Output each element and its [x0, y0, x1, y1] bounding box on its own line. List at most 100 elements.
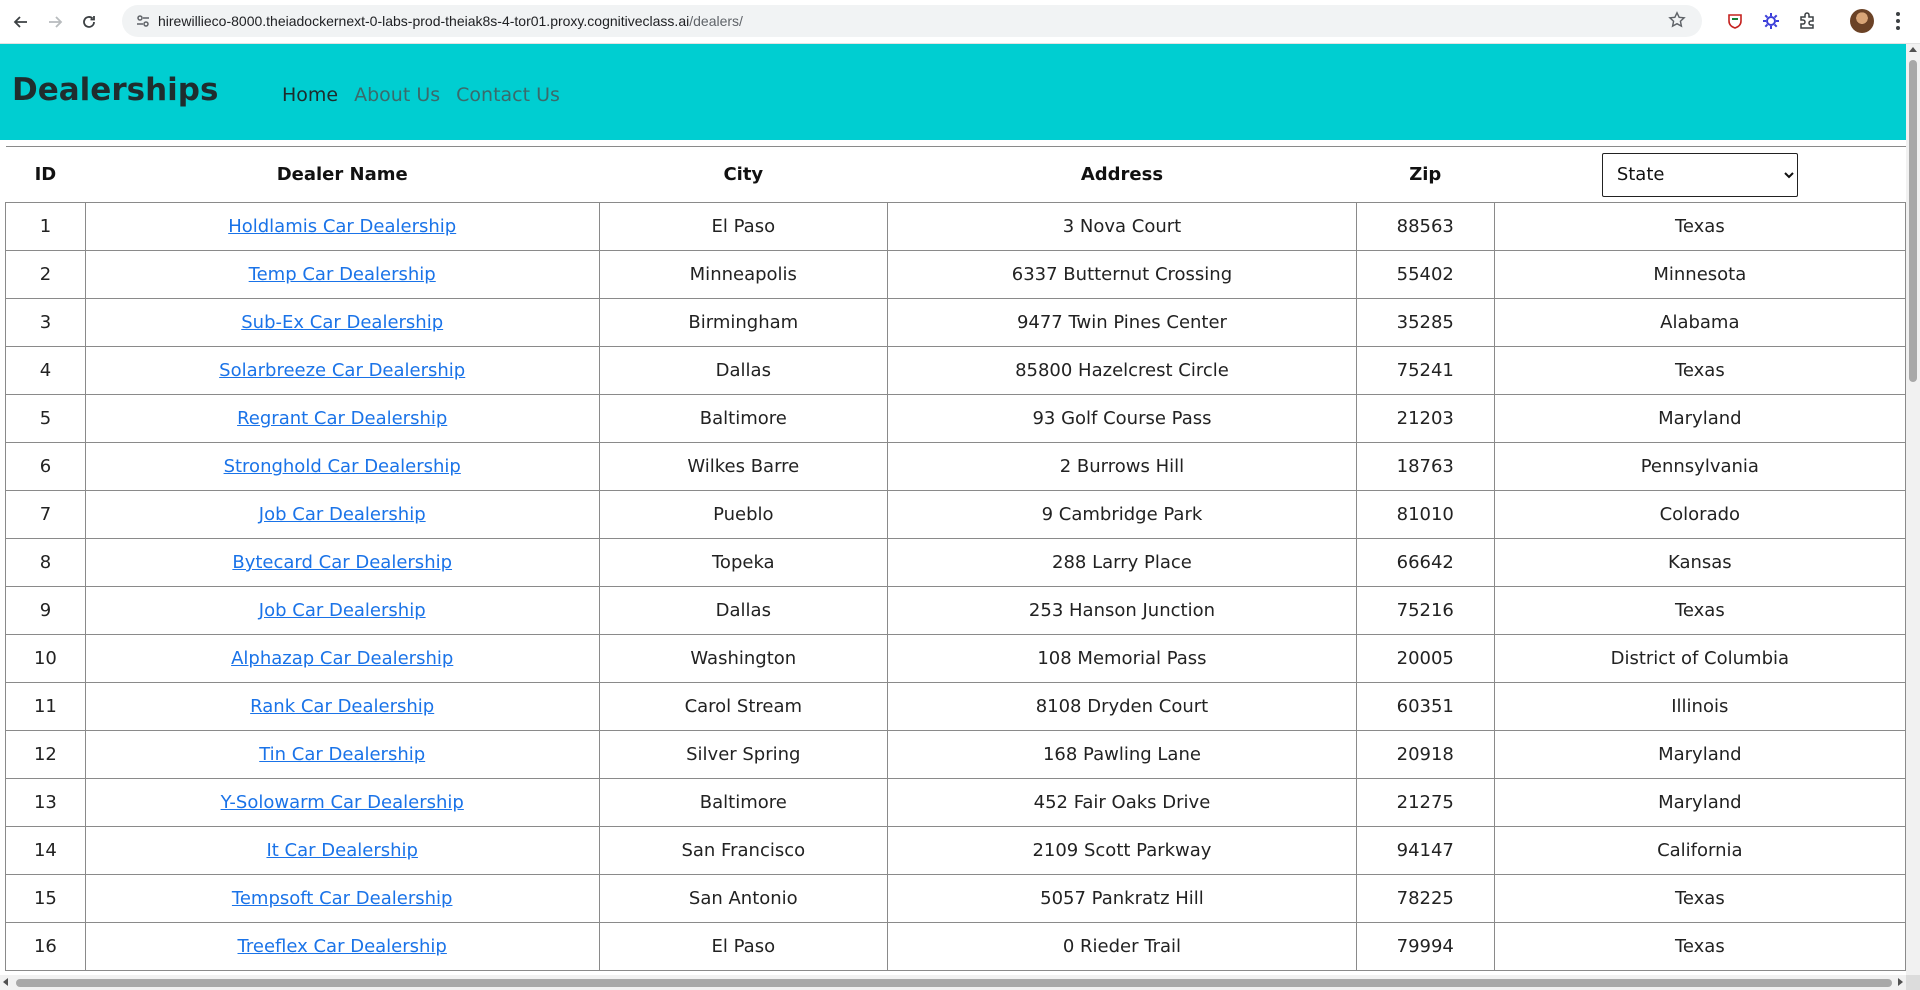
dealer-link[interactable]: Holdlamis Car Dealership	[228, 216, 456, 237]
cell-city: Minneapolis	[598, 250, 889, 299]
nav-links: Home About Us Contact Us	[282, 84, 576, 106]
vertical-scroll-thumb[interactable]	[1909, 60, 1917, 382]
cell-id: 8	[5, 538, 86, 587]
cell-id: 7	[5, 490, 86, 539]
dealer-link[interactable]: Tempsoft Car Dealership	[232, 888, 453, 909]
cell-address: 168 Pawling Lane	[887, 730, 1357, 779]
cell-address: 9477 Twin Pines Center	[887, 298, 1357, 347]
cell-state: Kansas	[1493, 538, 1906, 587]
browser-menu-icon[interactable]	[1890, 10, 1906, 32]
dealers-table: ID Dealer Name City Address Zip State 1 H…	[5, 146, 1906, 971]
dealer-link[interactable]: Stronghold Car Dealership	[224, 456, 461, 477]
cell-id: 13	[5, 778, 86, 827]
horizontal-scrollbar[interactable]	[0, 975, 1906, 990]
dealer-link[interactable]: Temp Car Dealership	[249, 264, 436, 285]
cell-address: 288 Larry Place	[887, 538, 1357, 587]
table-row: 10 Alphazap Car Dealership Washington 108 M…	[5, 634, 1906, 683]
cell-dealer-name: Rank Car Dealership	[84, 682, 600, 731]
cell-id: 5	[5, 394, 86, 443]
cell-zip: 20918	[1355, 730, 1495, 779]
dealer-link[interactable]: Alphazap Car Dealership	[231, 648, 453, 669]
cell-city: Topeka	[598, 538, 889, 587]
cell-city: San Antonio	[598, 874, 889, 923]
cell-city: Wilkes Barre	[598, 442, 889, 491]
cell-city: San Francisco	[598, 826, 889, 875]
cell-city: Dallas	[598, 586, 889, 635]
cell-dealer-name: Sub-Ex Car Dealership	[84, 298, 600, 347]
extension-shield-icon[interactable]	[1724, 10, 1746, 32]
dealer-link[interactable]: Tin Car Dealership	[259, 744, 425, 765]
site-navbar: Dealerships Home About Us Contact Us	[0, 44, 1906, 140]
browser-toolbar: hirewillieco-8000.theiadockernext-0-labs…	[0, 0, 1920, 44]
table-row: 13 Y-Solowarm Car Dealership Baltimore 452 …	[5, 778, 1906, 827]
cell-zip: 20005	[1355, 634, 1495, 683]
cell-city: El Paso	[598, 202, 889, 251]
cell-state: Texas	[1493, 346, 1906, 395]
header-city: City	[599, 146, 888, 203]
table-row: 11 Rank Car Dealership Carol Stream 8108 Dr…	[5, 682, 1906, 731]
cell-address: 93 Golf Course Pass	[887, 394, 1357, 443]
cell-dealer-name: Job Car Dealership	[84, 490, 600, 539]
cell-dealer-name: Temp Car Dealership	[84, 250, 600, 299]
table-row: 1 Holdlamis Car Dealership El Paso 3 Nova C…	[5, 202, 1906, 251]
url-host: hirewillieco-8000.theiadockernext-0-labs…	[158, 13, 690, 29]
cell-id: 12	[5, 730, 86, 779]
dealer-link[interactable]: Job Car Dealership	[259, 504, 426, 525]
horizontal-scroll-thumb[interactable]	[16, 979, 1892, 987]
dealer-link[interactable]: Regrant Car Dealership	[237, 408, 447, 429]
cell-dealer-name: Stronghold Car Dealership	[84, 442, 600, 491]
cell-address: 452 Fair Oaks Drive	[887, 778, 1357, 827]
cell-zip: 79994	[1355, 922, 1495, 971]
dealer-link[interactable]: Solarbreeze Car Dealership	[219, 360, 465, 381]
header-id: ID	[5, 146, 86, 203]
state-filter-select[interactable]: State	[1601, 152, 1798, 197]
back-icon[interactable]	[8, 9, 34, 35]
site-settings-icon[interactable]	[128, 5, 158, 37]
cell-dealer-name: Tin Car Dealership	[84, 730, 600, 779]
cell-city: Washington	[598, 634, 889, 683]
dealer-link[interactable]: It Car Dealership	[266, 840, 417, 861]
page-viewport: Dealerships Home About Us Contact Us ID …	[0, 44, 1906, 975]
dealer-link[interactable]: Sub-Ex Car Dealership	[241, 312, 443, 333]
cell-address: 85800 Hazelcrest Circle	[887, 346, 1357, 395]
cell-address: 108 Memorial Pass	[887, 634, 1357, 683]
header-zip: Zip	[1356, 146, 1495, 203]
brand-title[interactable]: Dealerships	[12, 72, 218, 108]
table-body: 1 Holdlamis Car Dealership El Paso 3 Nova C…	[5, 202, 1906, 971]
cell-zip: 81010	[1355, 490, 1495, 539]
extension-gear-icon[interactable]	[1760, 10, 1782, 32]
cell-zip: 21275	[1355, 778, 1495, 827]
dealer-link[interactable]: Y-Solowarm Car Dealership	[221, 792, 464, 813]
table-row: 14 It Car Dealership San Francisco 2109 Sco…	[5, 826, 1906, 875]
scrollbar-corner	[1906, 975, 1920, 990]
reload-icon[interactable]	[76, 9, 102, 35]
cell-zip: 75241	[1355, 346, 1495, 395]
cell-state: Illinois	[1493, 682, 1906, 731]
dealer-link[interactable]: Job Car Dealership	[259, 600, 426, 621]
cell-zip: 18763	[1355, 442, 1495, 491]
cell-state: Pennsylvania	[1493, 442, 1906, 491]
dealer-link[interactable]: Bytecard Car Dealership	[232, 552, 452, 573]
cell-id: 9	[5, 586, 86, 635]
cell-dealer-name: Bytecard Car Dealership	[84, 538, 600, 587]
nav-link-contact[interactable]: Contact Us	[456, 84, 560, 106]
cell-dealer-name: Job Car Dealership	[84, 586, 600, 635]
nav-link-home[interactable]: Home	[282, 84, 338, 106]
extensions-puzzle-icon[interactable]	[1796, 10, 1818, 32]
dealer-link[interactable]: Treeflex Car Dealership	[238, 936, 447, 957]
cell-city: Baltimore	[598, 778, 889, 827]
cell-zip: 78225	[1355, 874, 1495, 923]
vertical-scrollbar[interactable]	[1906, 44, 1920, 975]
dealer-link[interactable]: Rank Car Dealership	[250, 696, 434, 717]
cell-address: 9 Cambridge Park	[887, 490, 1357, 539]
nav-link-about[interactable]: About Us	[354, 84, 440, 106]
table-row: 9 Job Car Dealership Dallas 253 Hanson Junc…	[5, 586, 1906, 635]
table-row: 7 Job Car Dealership Pueblo 9 Cambridge Par…	[5, 490, 1906, 539]
bookmark-star-icon[interactable]	[1668, 11, 1688, 31]
profile-avatar[interactable]	[1850, 9, 1874, 33]
cell-id: 4	[5, 346, 86, 395]
table-row: 12 Tin Car Dealership Silver Spring 168 Paw…	[5, 730, 1906, 779]
header-state: State	[1494, 146, 1906, 203]
address-bar[interactable]: hirewillieco-8000.theiadockernext-0-labs…	[122, 5, 1702, 37]
forward-icon[interactable]	[42, 9, 68, 35]
